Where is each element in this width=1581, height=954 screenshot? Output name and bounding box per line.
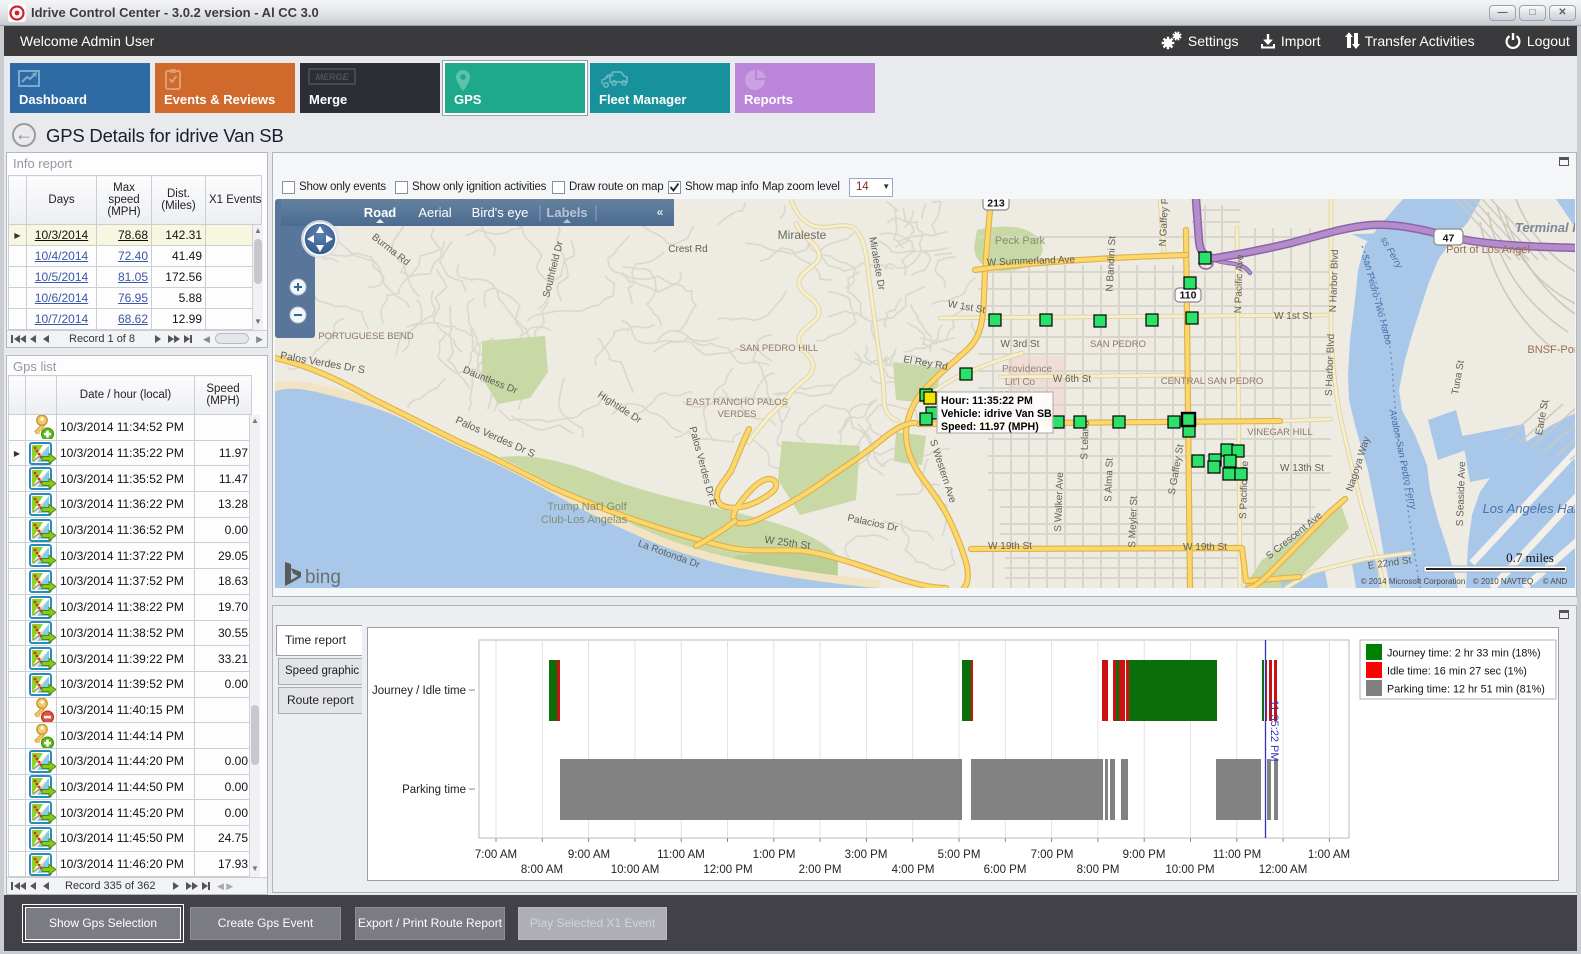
svg-text:8:00 PM: 8:00 PM [1077,864,1120,876]
svg-text:Parking time: Parking time [402,784,466,796]
svg-text:S Meyler St: S Meyler St [1127,496,1140,548]
svg-text:S Alma St: S Alma St [1103,458,1116,502]
svg-text:© 2010 NAVTEQ: © 2010 NAVTEQ [1473,577,1533,586]
svg-text:BNSF-Port: BNSF-Port [1527,344,1575,356]
svg-text:Los Angeles Harb: Los Angeles Harb [1483,501,1575,516]
svg-text:S Seaside Ave: S Seaside Ave [1455,461,1468,527]
svg-text:12:00 PM: 12:00 PM [703,864,752,876]
svg-text:Road: Road [364,205,397,220]
svg-text:W 13th St: W 13th St [1280,463,1324,474]
svg-text:1:00 AM: 1:00 AM [1308,849,1350,861]
svg-text:11:35:22 PM: 11:35:22 PM [1268,700,1280,762]
svg-text:© 2014 Microsoft Corporation: © 2014 Microsoft Corporation [1361,577,1466,586]
svg-text:9:00 PM: 9:00 PM [1123,849,1166,861]
svg-text:«: « [657,205,664,219]
svg-text:0.7 miles: 0.7 miles [1506,550,1554,565]
svg-text:10:00 PM: 10:00 PM [1165,864,1214,876]
svg-text:Peck Park: Peck Park [995,235,1046,247]
svg-text:bing: bing [305,567,341,588]
svg-text:10:00 AM: 10:00 AM [611,864,660,876]
svg-text:Lit'l Co: Lit'l Co [1005,377,1036,388]
svg-text:S Walker Ave: S Walker Ave [1053,472,1066,532]
svg-text:12:00 AM: 12:00 AM [1259,864,1308,876]
svg-text:Bird's eye: Bird's eye [472,205,529,220]
svg-text:Speed: 11.97 (MPH): Speed: 11.97 (MPH) [941,421,1039,433]
svg-text:Miraleste: Miraleste [778,228,827,242]
svg-text:W 3rd St: W 3rd St [1001,339,1040,350]
svg-text:S Harbor Blvd: S Harbor Blvd [1324,334,1337,397]
svg-text:1:00 PM: 1:00 PM [753,849,796,861]
svg-text:Vehicle: idrive Van SB: Vehicle: idrive Van SB [941,408,1052,420]
svg-text:VINEGAR HILL: VINEGAR HILL [1247,427,1312,438]
svg-text:47: 47 [1443,233,1455,245]
svg-text:MERGE: MERGE [315,72,349,82]
svg-text:SAN PEDRO HILL: SAN PEDRO HILL [740,343,819,354]
svg-text:7:00 PM: 7:00 PM [1031,849,1074,861]
svg-text:N Harbor Blvd: N Harbor Blvd [1328,249,1341,312]
svg-text:Crest Rd: Crest Rd [668,244,707,255]
svg-text:Idle time: 16 min 27 sec (1%): Idle time: 16 min 27 sec (1%) [1387,666,1527,678]
svg-text:© AND: © AND [1543,577,1568,586]
svg-text:11:00 AM: 11:00 AM [657,849,705,861]
svg-text:Hour: 11:35:22 PM: Hour: 11:35:22 PM [941,395,1033,407]
svg-text:6:00 PM: 6:00 PM [984,864,1027,876]
svg-text:5:00 PM: 5:00 PM [938,849,981,861]
svg-text:CENTRAL SAN PEDRO: CENTRAL SAN PEDRO [1161,376,1264,387]
svg-text:EAST RANCHO PALOS: EAST RANCHO PALOS [686,397,788,408]
svg-text:Trump Nat'l Golf: Trump Nat'l Golf [547,501,627,513]
svg-text:110: 110 [1180,290,1197,302]
svg-text:3:00 PM: 3:00 PM [845,849,888,861]
svg-text:W 19th St: W 19th St [988,541,1032,552]
svg-text:VERDES: VERDES [717,409,756,420]
svg-text:Parking time: 12 hr 51 min (81: Parking time: 12 hr 51 min (81%) [1387,684,1545,696]
svg-text:N Pacific Ave: N Pacific Ave [1233,254,1246,314]
svg-text:213: 213 [987,199,1005,210]
svg-text:Terminal Is: Terminal Is [1515,220,1575,235]
svg-text:9:00 AM: 9:00 AM [568,849,610,861]
svg-text:Labels: Labels [546,205,587,220]
svg-text:11:00 PM: 11:00 PM [1213,849,1261,861]
svg-text:W 19th St: W 19th St [1183,542,1227,553]
svg-text:Port of Los Angel: Port of Los Angel [1446,244,1530,256]
svg-text:PORTUGUESE BEND: PORTUGUESE BEND [318,331,414,342]
svg-text:Providence: Providence [1002,364,1052,375]
svg-text:2:00 PM: 2:00 PM [799,864,842,876]
svg-text:Journey / Idle time: Journey / Idle time [372,685,466,697]
svg-text:Club-Los Angelas: Club-Los Angelas [541,514,628,526]
svg-text:7:00 AM: 7:00 AM [475,849,517,861]
svg-text:Aerial: Aerial [418,205,451,220]
svg-text:Journey time: 2 hr 33 min (18%: Journey time: 2 hr 33 min (18%) [1387,648,1541,660]
svg-text:W 1st St: W 1st St [1274,311,1312,322]
svg-text:SAN PEDRO: SAN PEDRO [1090,339,1146,350]
svg-text:W 6th St: W 6th St [1053,374,1092,385]
svg-text:8:00 AM: 8:00 AM [521,864,563,876]
svg-text:4:00 PM: 4:00 PM [892,864,935,876]
